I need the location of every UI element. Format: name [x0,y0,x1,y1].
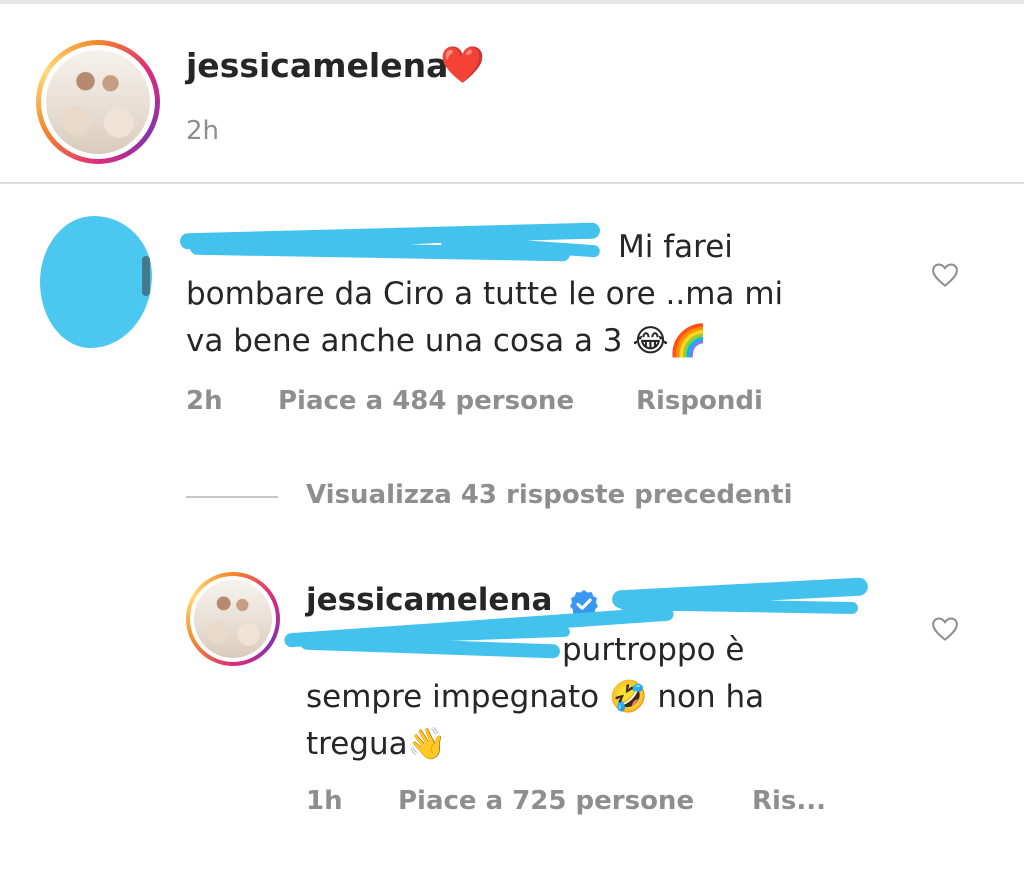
heart-outline-icon[interactable] [930,260,960,290]
view-previous-replies-button[interactable]: Visualizza 43 risposte precedenti [306,480,793,510]
comment-reply-button[interactable]: Rispondi [636,386,763,416]
avatar-photo [46,50,150,154]
post-author-username[interactable]: jessicamelena [186,46,448,85]
comment-text-line: va bene anche una cosa a 3 😂🌈 [186,323,708,359]
post-author-avatar[interactable] [36,40,160,164]
post-timestamp: 2h [186,116,220,146]
post-caption-header: jessicamelena ❤️ 2h [0,4,1024,184]
comment-timestamp: 2h [186,386,223,416]
reply-meta: 1h Piace a 725 persone Ris... [306,786,906,822]
reply-author-avatar[interactable] [186,572,280,666]
comment-meta: 2h Piace a 484 persone Rispondi [186,386,886,422]
comment-likes-link[interactable]: Piace a 484 persone [278,386,574,416]
reply-reply-button[interactable]: Ris... [752,786,826,816]
reply-text-line: tregua👋 [306,726,447,762]
reply-likes-link[interactable]: Piace a 725 persone [398,786,694,816]
reply-text-line: sempre impegnato 🤣 non ha [306,679,765,715]
comment-text-line: bombare da Ciro a tutte le ore ..ma mi [186,276,784,312]
heart-outline-icon[interactable] [930,614,960,644]
heart-emoji: ❤️ [440,45,485,86]
reply-timestamp: 1h [306,786,343,816]
commenter-avatar-redacted[interactable] [40,216,152,348]
replies-divider [186,496,278,498]
avatar-photo [194,580,272,658]
